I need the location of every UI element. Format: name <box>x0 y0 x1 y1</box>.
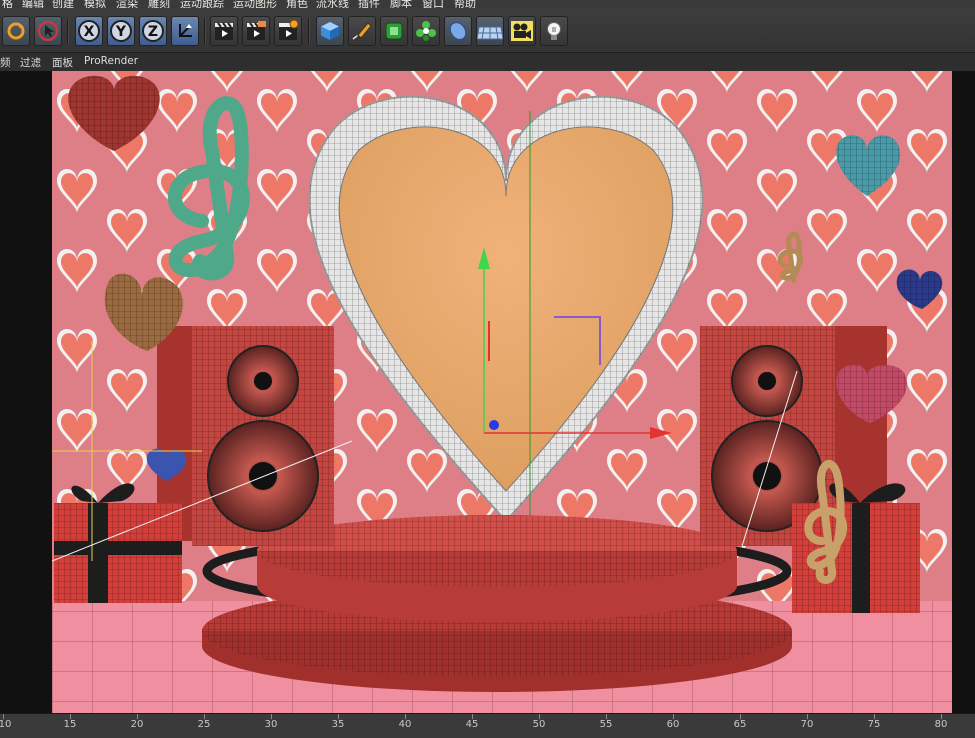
main-menu-bar: 格 编辑 创建 模拟 渲染 雕刻 运动跟踪 运动图形 角色 流水线 插件 脚本 … <box>0 0 975 8</box>
timeline-label: 70 <box>800 719 814 730</box>
menu-item-create[interactable]: 创建 <box>52 0 74 8</box>
timeline-label: 45 <box>465 719 479 730</box>
pen-spline-icon <box>352 22 372 40</box>
menu-item-script[interactable]: 脚本 <box>390 0 412 8</box>
speaker-left[interactable] <box>157 326 334 546</box>
menu-item-edit2[interactable]: 编辑 <box>22 0 44 8</box>
timeline-label: 10 <box>0 719 12 730</box>
viewport-menu-prorender[interactable]: ProRender <box>84 55 138 67</box>
z-axis-lock-button[interactable]: Z <box>139 16 167 46</box>
render-region-icon <box>7 22 25 40</box>
menu-item-plugins[interactable]: 插件 <box>358 0 380 8</box>
light-icon <box>547 22 561 40</box>
menu-item-render[interactable]: 渲染 <box>116 0 138 8</box>
render-settings-icon <box>279 19 299 40</box>
viewport-menu-panel[interactable]: 面板 <box>52 55 73 70</box>
x-axis-lock-button[interactable]: X <box>75 16 103 46</box>
menu-item-help[interactable]: 帮助 <box>454 0 476 8</box>
floor-button[interactable] <box>476 16 504 46</box>
render-picture-viewer-icon <box>247 21 266 40</box>
svg-text:Z: Z <box>148 24 158 40</box>
y-axis-lock-button[interactable]: Y <box>107 16 135 46</box>
timeline-label: 75 <box>867 719 881 730</box>
render-picture-viewer-button[interactable] <box>242 16 270 46</box>
menu-item-pipeline[interactable]: 流水线 <box>316 0 349 8</box>
timeline-label: 55 <box>599 719 613 730</box>
subdivision-icon <box>385 22 403 40</box>
deformer-icon <box>449 22 467 40</box>
coordinate-system-button[interactable] <box>171 16 199 46</box>
timeline-label: 30 <box>264 719 278 730</box>
camera-icon <box>511 21 533 41</box>
viewport-menu-view[interactable]: 频 <box>0 55 11 70</box>
viewport-menu-bar: 频 过滤 面板 ProRender <box>0 53 975 71</box>
scene-canvas[interactable] <box>52 71 952 713</box>
timeline-label: 80 <box>934 719 948 730</box>
z-axis-handle[interactable] <box>489 420 499 430</box>
svg-text:Y: Y <box>115 24 127 40</box>
render-view-icon <box>215 22 233 40</box>
render-settings-button[interactable] <box>274 16 302 46</box>
timeline-label: 20 <box>130 719 144 730</box>
menu-item-edit[interactable]: 格 <box>2 0 13 8</box>
cube-primitive-icon <box>321 22 339 40</box>
floor-icon <box>477 26 503 40</box>
x-axis-icon: X <box>78 20 100 42</box>
y-axis-icon: Y <box>110 20 132 42</box>
timeline-label: 25 <box>197 719 211 730</box>
render-region-button[interactable] <box>2 16 30 46</box>
camera-button[interactable] <box>508 16 536 46</box>
menu-item-simulate[interactable]: 模拟 <box>84 0 106 8</box>
main-toolbar: X Y Z <box>0 8 975 53</box>
render-view-button[interactable] <box>210 16 238 46</box>
svg-text:X: X <box>84 24 95 40</box>
subdivision-button[interactable] <box>380 16 408 46</box>
timeline-ruler[interactable]: 10 15 20 25 30 35 40 45 50 55 60 65 70 7… <box>0 713 975 738</box>
menu-item-tracking[interactable]: 运动跟踪 <box>180 0 224 8</box>
3d-viewport[interactable] <box>0 71 975 713</box>
timeline-label: 50 <box>532 719 546 730</box>
cloner-icon <box>416 21 436 41</box>
select-arrow-icon <box>38 21 58 41</box>
menu-item-character[interactable]: 角色 <box>286 0 308 8</box>
cube-primitive-button[interactable] <box>316 16 344 46</box>
menu-item-window[interactable]: 窗口 <box>422 0 444 8</box>
coordinate-system-icon <box>179 24 192 37</box>
deformer-button[interactable] <box>444 16 472 46</box>
cloner-button[interactable] <box>412 16 440 46</box>
pen-spline-button[interactable] <box>348 16 376 46</box>
viewport-menu-filter[interactable]: 过滤 <box>20 55 41 70</box>
menu-item-mograph[interactable]: 运动图形 <box>233 0 277 8</box>
menu-item-sculpt[interactable]: 雕刻 <box>148 0 170 8</box>
select-tool-button[interactable] <box>34 16 62 46</box>
light-button[interactable] <box>540 16 568 46</box>
timeline-label: 60 <box>666 719 680 730</box>
timeline-label: 35 <box>331 719 345 730</box>
timeline-label: 15 <box>63 719 77 730</box>
z-axis-icon: Z <box>142 20 164 42</box>
timeline-label: 40 <box>398 719 412 730</box>
timeline-label: 65 <box>733 719 747 730</box>
